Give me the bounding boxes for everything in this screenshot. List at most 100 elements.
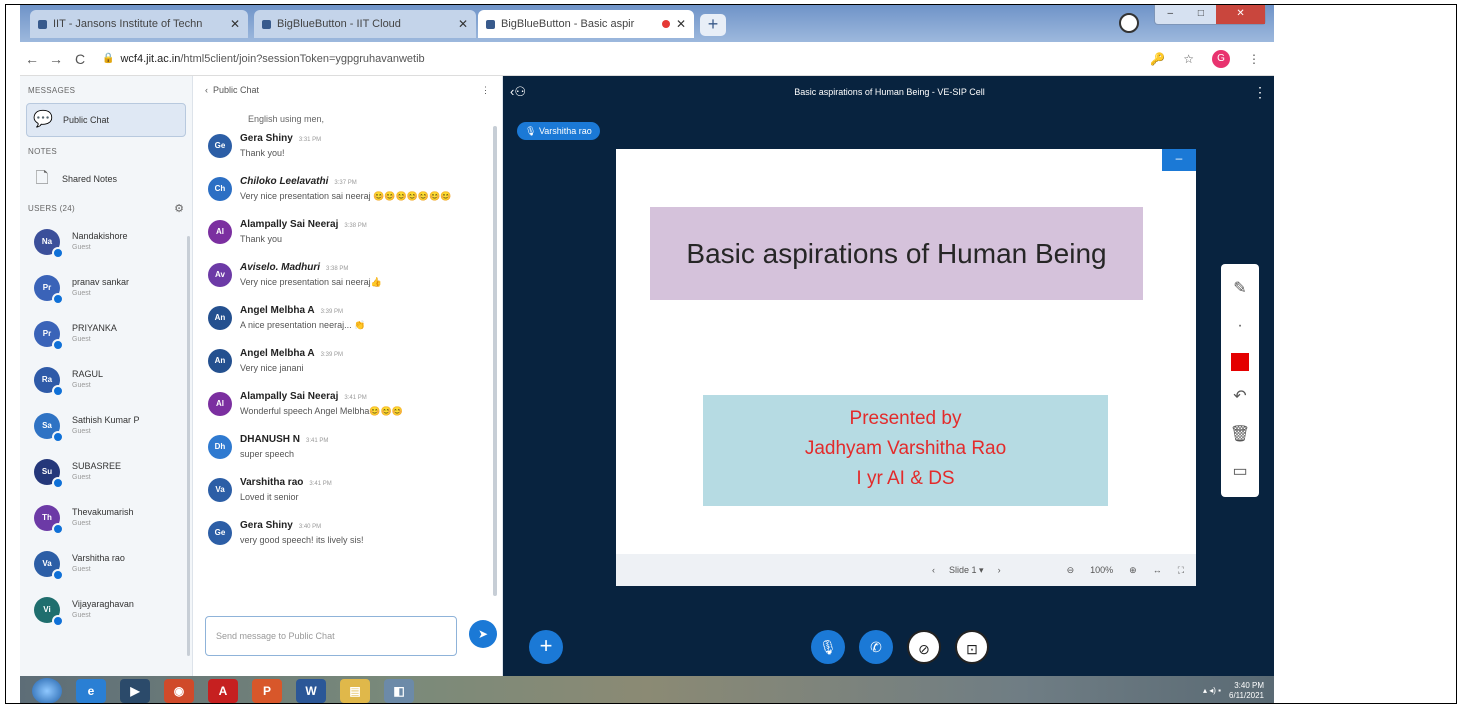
chat-panel: ‹ Public Chat ⋮ English using men, Ge Ger… [193,76,503,676]
tab-favicon-icon [38,19,47,29]
media-icon[interactable]: ▶ [120,678,150,703]
ie-icon[interactable]: e [76,678,106,703]
prev-slide-icon[interactable]: ‹ [932,565,935,576]
multi-user-icon[interactable]: ▭ [1229,461,1251,483]
message-time: 3:40 PM [298,524,322,530]
audio-button[interactable]: ✆ [859,630,893,664]
user-list-item[interactable]: Ra RAGUL Guest [20,357,192,403]
fit-width-icon[interactable]: ↔ [1153,565,1162,575]
public-chat-item[interactable]: 💬 Public Chat [26,103,186,137]
url-field[interactable]: 🔒 wcf4.jit.ac.in/html5client/join?sessio… [102,53,425,65]
messages-heading: MESSAGES [28,86,76,95]
user-avatar: Su [34,459,64,489]
settings-gear-icon[interactable]: ⚙ [174,202,184,215]
screenshare-button[interactable]: ⊡ [955,630,989,664]
browser-tab-1[interactable]: IIT - Jansons Institute of Techn ✕ [30,10,248,38]
actions-plus-button[interactable]: + [529,630,563,664]
toggle-userlist-icon[interactable]: ‹⚇ [503,84,533,100]
reload-icon[interactable]: C [68,51,92,67]
slide-line: Jadhyam Varshitha Rao [804,438,1007,459]
message-time: 3:41 PM [309,481,332,487]
user-mic-icon [52,569,64,581]
message-text: very good speech! its lively sis! [240,535,364,545]
user-list-item[interactable]: Sa Sathish Kumar P Guest [20,403,192,449]
options-menu-icon[interactable]: ⋮ [1246,84,1274,101]
user-list-item[interactable]: Na Nandakishore Guest [20,219,192,265]
powerpoint-icon[interactable]: P [252,678,282,703]
forward-icon[interactable]: → [44,51,68,67]
chat-scrollbar[interactable] [493,126,497,596]
user-initials: Ra [41,375,53,384]
browser-tab-2[interactable]: BigBlueButton - IIT Cloud ✕ [254,10,476,38]
minimize-presentation-button[interactable]: – [1162,149,1196,171]
acrobat-icon[interactable]: A [208,678,238,703]
profile-icon[interactable] [1119,13,1139,33]
user-role: Guest [72,520,91,527]
user-name: Vijayaraghavan [72,599,134,609]
pencil-icon[interactable]: ✎ [1229,278,1251,300]
address-bar: ← → C 🔒 wcf4.jit.ac.in/html5client/join?… [20,42,1274,76]
undo-icon[interactable]: ↶ [1229,386,1251,408]
presentation-slide: – Basic aspirations of Human Being Prese… [616,149,1196,586]
microphone-button[interactable]: 🎙 [811,630,845,664]
app-icon[interactable]: ◧ [384,678,414,703]
slide-selector[interactable]: Slide 1 ▾ [949,565,984,576]
profile-avatar[interactable]: G [1212,49,1230,68]
fullscreen-icon[interactable]: ⛶ [1178,565,1184,576]
tab-label: BigBlueButton - IIT Cloud [277,18,401,30]
user-mic-icon [52,247,64,259]
star-icon[interactable]: ☆ [1183,52,1194,66]
user-mic-icon [52,339,64,351]
user-mic-icon [52,431,64,443]
message-avatar: Al [208,392,232,416]
trash-icon[interactable]: 🗑 [1229,424,1251,446]
minimize-icon[interactable]: – [1155,5,1186,24]
user-list-item[interactable]: Pr PRIYANKA Guest [20,311,192,357]
user-list-scrollbar[interactable] [187,236,190,656]
user-list-item[interactable]: Pr pranav sankar Guest [20,265,192,311]
tab-close-icon[interactable]: ✕ [458,17,468,31]
new-tab-button[interactable]: + [700,14,726,36]
back-icon[interactable]: ← [20,51,44,67]
word-icon[interactable]: W [296,678,326,703]
key-icon[interactable]: 🔑 [1150,52,1165,66]
user-list-item[interactable]: Su SUBASREE Guest [20,449,192,495]
chat-input[interactable]: Send message to Public Chat [205,616,457,656]
menu-icon[interactable]: ⋮ [1248,52,1260,66]
tray-icons[interactable]: ▴ ◂) ▪ [1203,686,1221,696]
user-list-item[interactable]: Th Thevakumarish Guest [20,495,192,541]
clock-time: 3:40 PM [1234,680,1264,690]
chat-icon: 💬 [33,111,53,128]
user-list-item[interactable]: Va Varshitha rao Guest [20,541,192,587]
zoom-in-icon[interactable]: ⊕ [1129,565,1137,576]
browser-tab-3[interactable]: BigBlueButton - Basic aspir ✕ [478,10,694,38]
user-list-item[interactable]: Vi Vijayaraghavan Guest [20,587,192,633]
chat-options-icon[interactable]: ⋮ [481,85,490,96]
zoom-out-icon[interactable]: ⊖ [1067,565,1075,576]
user-role: Guest [72,244,91,251]
user-role: Guest [72,382,91,389]
clock[interactable]: 3:40 PM 6/11/2021 [1229,681,1264,701]
start-button[interactable] [32,677,62,703]
close-window-icon[interactable]: ✕ [1216,5,1266,24]
folder-icon[interactable]: ▤ [340,678,370,703]
chrome-icon[interactable]: ◉ [164,678,194,703]
message-avatar: Dh [208,435,232,459]
next-slide-icon[interactable]: › [998,565,1001,576]
message-time: 3:39 PM [320,352,343,358]
tab-close-icon[interactable]: ✕ [230,17,240,31]
webcam-button[interactable]: ⊘ [907,630,941,664]
user-initials: Su [41,467,53,476]
tab-close-icon[interactable]: ✕ [676,17,686,31]
user-initials: Vi [43,605,51,614]
color-picker-icon[interactable] [1231,352,1249,371]
send-button[interactable]: ➤ [469,620,497,648]
browser-tabstrip: IIT - Jansons Institute of Techn ✕ BigBl… [20,5,1274,42]
shared-notes-item[interactable]: 🗋 Shared Notes [26,162,186,196]
user-list-panel: MESSAGES 💬 Public Chat NOTES 🗋 Shared No… [20,76,193,676]
maximize-icon[interactable]: □ [1186,5,1217,24]
tab-favicon-icon [262,19,271,29]
thickness-icon[interactable]: · [1229,315,1251,337]
chat-back-button[interactable]: ‹ Public Chat [205,85,259,95]
message-avatar: Av [208,263,232,287]
